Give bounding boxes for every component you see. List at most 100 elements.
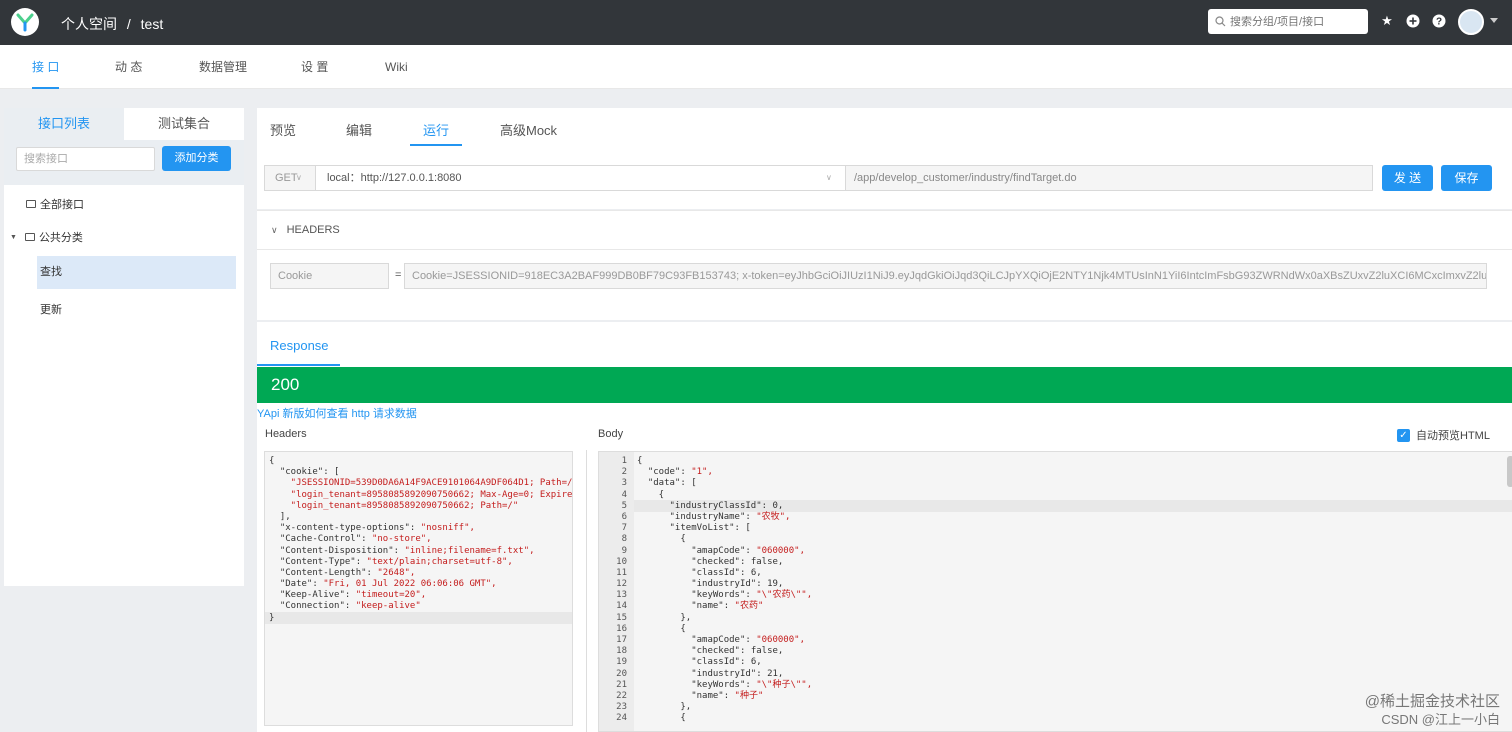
line-number: 4 xyxy=(621,489,627,500)
nav-data-management[interactable]: 数据管理 xyxy=(199,45,247,89)
nav-interface[interactable]: 接 口 xyxy=(32,45,60,89)
scrollbar[interactable] xyxy=(1507,456,1512,487)
code-line: "amapCode": "060000", xyxy=(691,545,805,556)
selected-highlight xyxy=(37,256,236,289)
line-number-gutter: 1 2 3 4 5 6 7 8 9 10 11 12 13 14 15 16 17 18 19 20 21 22 23 24 xyxy=(599,452,634,731)
line-number: 16 xyxy=(616,623,627,634)
line-number: 24 xyxy=(616,713,627,724)
code-line: "name": "种子" xyxy=(691,690,764,701)
chevron-down-icon: ∨ xyxy=(296,173,302,182)
tab-advanced-mock[interactable]: 高级Mock xyxy=(500,120,557,139)
code-line: { xyxy=(637,534,686,545)
code-line: "cookie": [ xyxy=(279,467,340,478)
split-divider[interactable] xyxy=(586,450,587,732)
code-line: "login_tenant=8958085892090750662; Path=… xyxy=(269,500,519,511)
body-label: Body xyxy=(598,428,624,440)
tab-run[interactable]: 运行 xyxy=(423,120,449,139)
tab-test-collection[interactable]: 测试集合 xyxy=(124,108,244,140)
headers-collapse-toggle[interactable]: ∨ HEADERS xyxy=(271,224,340,236)
caret-down-icon[interactable]: ▼ xyxy=(10,234,17,241)
line-number: 17 xyxy=(616,635,627,645)
code-line: "industryClassId": 0, xyxy=(669,500,784,511)
star-icon[interactable]: ★ xyxy=(1380,14,1394,28)
interface-search-input[interactable]: 搜索接口 xyxy=(16,147,155,171)
code-line: "checked": false, xyxy=(691,646,784,657)
method-select[interactable]: GET ∨ xyxy=(264,165,316,191)
code-line: "checked": false, xyxy=(691,556,784,567)
code-line: "JSESSIONID=539D0DA6A14F9ACE9101064A9DF0… xyxy=(290,478,573,489)
tree-category-public[interactable]: ▼ 公共分类 xyxy=(10,229,83,245)
breadcrumb-space[interactable]: 个人空间 xyxy=(61,16,117,32)
code-line: }, xyxy=(637,702,692,713)
code-line: "Connection": "keep-alive" xyxy=(279,601,421,612)
line-number: 22 xyxy=(616,690,627,701)
code-line: "keyWords": "\"种子\"", xyxy=(691,679,813,690)
send-button[interactable]: 发 送 xyxy=(1382,165,1433,191)
line-number: 15 xyxy=(616,612,627,623)
code-line: "code": "1", xyxy=(647,467,713,478)
code-line: }, xyxy=(637,612,692,623)
auto-preview-checkbox[interactable]: ✓ 自动预览HTML xyxy=(1397,427,1490,443)
folder-open-icon xyxy=(24,233,35,241)
code-line: "industryId": 21, xyxy=(691,668,784,679)
code-line: { xyxy=(637,713,686,724)
code-line: ], xyxy=(269,511,291,522)
checkbox-checked-icon[interactable]: ✓ xyxy=(1397,428,1410,442)
help-icon[interactable]: ? xyxy=(1432,14,1446,28)
watermark-juejin: @稀土掘金技术社区 xyxy=(1364,693,1500,710)
help-link[interactable]: YApi 新版如何查看 http 请求数据 xyxy=(257,405,417,421)
code-line: "login_tenant=8958085892090750662; Max-A… xyxy=(290,489,573,500)
line-number: 21 xyxy=(616,679,627,690)
tree-item-find[interactable]: 查找 xyxy=(40,263,62,279)
header-equals: = xyxy=(395,269,402,281)
path-input[interactable]: /app/develop_customer/industry/findTarge… xyxy=(845,165,1373,191)
breadcrumb-project[interactable]: test xyxy=(141,16,164,32)
interface-sidebar: 接口列表 测试集合 搜索接口 添加分类 全部接口 ▼ 公共分类 查找 更新 xyxy=(4,108,244,586)
logo-icon xyxy=(16,13,34,32)
line-number: 23 xyxy=(616,702,627,713)
line-number: 3 xyxy=(621,478,627,489)
tree-item-label: 全部接口 xyxy=(40,199,84,211)
save-button[interactable]: 保存 xyxy=(1441,165,1492,191)
code-line: "classId": 6, xyxy=(691,657,762,668)
global-search[interactable] xyxy=(1208,9,1368,34)
user-avatar[interactable] xyxy=(1458,9,1484,35)
tree-item-update[interactable]: 更新 xyxy=(40,301,62,317)
header-key-input[interactable]: Cookie xyxy=(270,263,389,289)
response-headers-code[interactable]: { "cookie": [ "JSESSIONID=539D0DA6A14F9A… xyxy=(264,451,573,726)
line-number: 19 xyxy=(616,657,627,668)
code-line: "industryId": 19, xyxy=(691,579,784,590)
line-number: 8 xyxy=(621,534,627,545)
project-nav: 接 口 动 态 数据管理 设 置 Wiki xyxy=(0,45,1512,89)
chevron-down-icon[interactable] xyxy=(1490,18,1498,23)
line-number: 12 xyxy=(616,579,627,590)
status-code-bar: 200 xyxy=(257,367,1512,403)
nav-activity[interactable]: 动 态 xyxy=(115,45,142,89)
divider xyxy=(257,249,1512,250)
tab-response[interactable]: Response xyxy=(270,338,329,353)
nav-settings[interactable]: 设 置 xyxy=(301,45,328,89)
line-number: 6 xyxy=(621,511,627,522)
yapi-logo[interactable] xyxy=(11,8,39,36)
code-line: "Content-Disposition": "inline;filename=… xyxy=(279,545,535,556)
host-select[interactable]: local：http://127.0.0.1:8080 ∨ xyxy=(315,165,846,191)
tree-item-all[interactable]: 全部接口 xyxy=(26,196,84,212)
global-search-input[interactable] xyxy=(1230,15,1360,28)
code-line: "industryName": "农牧", xyxy=(669,511,791,522)
tab-edit[interactable]: 编辑 xyxy=(346,120,372,139)
add-project-icon[interactable] xyxy=(1406,14,1420,28)
headers-panel: ∨ HEADERS Cookie = Cookie=JSESSIONID=918… xyxy=(257,210,1512,320)
add-category-button[interactable]: 添加分类 xyxy=(162,146,231,171)
code-line: "classId": 6, xyxy=(691,567,762,578)
tab-preview[interactable]: 预览 xyxy=(270,120,296,139)
top-bar: 个人空间 / test ★ ? xyxy=(0,0,1512,45)
nav-wiki[interactable]: Wiki xyxy=(385,45,408,89)
line-number: 9 xyxy=(621,545,627,556)
code-line: { xyxy=(637,456,643,466)
header-value-input[interactable]: Cookie=JSESSIONID=918EC3A2BAF999DB0BF79C… xyxy=(404,263,1487,289)
search-icon xyxy=(1215,16,1226,27)
tab-interface-list[interactable]: 接口列表 xyxy=(4,108,124,140)
headers-title: HEADERS xyxy=(286,224,340,236)
method-label: GET xyxy=(275,172,298,184)
code-line: "amapCode": "060000", xyxy=(691,635,805,645)
